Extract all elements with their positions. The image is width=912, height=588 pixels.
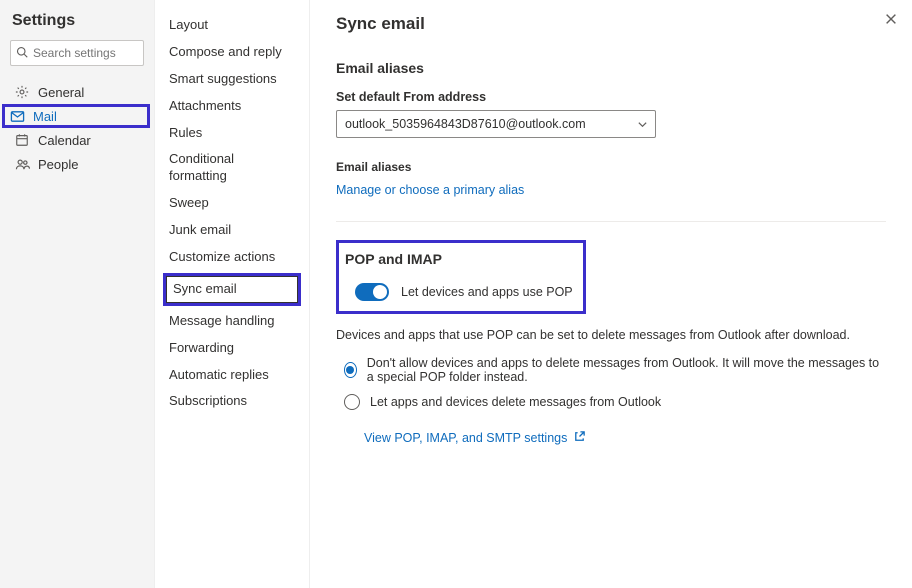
nav-calendar[interactable]: Calendar	[10, 128, 144, 152]
nav-people-label: People	[38, 157, 78, 172]
view-pop-settings-link[interactable]: View POP, IMAP, and SMTP settings	[364, 430, 586, 446]
settings-heading: Settings	[10, 12, 144, 30]
mail-icon	[9, 108, 25, 124]
radio-icon	[344, 362, 357, 378]
pop-toggle[interactable]	[355, 283, 389, 301]
subnav-automatic-replies[interactable]: Automatic replies	[155, 362, 309, 389]
calendar-icon	[14, 132, 30, 148]
nav-mail-label: Mail	[33, 109, 57, 124]
radio-allow-delete[interactable]: Let apps and devices delete messages fro…	[344, 394, 886, 410]
gear-icon	[14, 84, 30, 100]
close-button[interactable]	[880, 8, 902, 30]
subnav-forwarding[interactable]: Forwarding	[155, 335, 309, 362]
subnav-junk-email[interactable]: Junk email	[155, 217, 309, 244]
subnav-compose[interactable]: Compose and reply	[155, 39, 309, 66]
people-icon	[14, 156, 30, 172]
subnav-subscriptions[interactable]: Subscriptions	[155, 388, 309, 415]
pop-toggle-label: Let devices and apps use POP	[401, 285, 573, 299]
subnav-sweep[interactable]: Sweep	[155, 190, 309, 217]
nav-mail[interactable]: Mail	[2, 104, 150, 128]
from-address-value: outlook_5035964843D87610@outlook.com	[345, 117, 586, 131]
section-divider	[336, 221, 886, 222]
search-wrap	[10, 40, 144, 66]
nav-general[interactable]: General	[10, 80, 144, 104]
external-link-icon	[573, 430, 586, 446]
nav-general-label: General	[38, 85, 84, 100]
nav-people[interactable]: People	[10, 152, 144, 176]
subnav-sync-email[interactable]: Sync email	[166, 276, 298, 303]
manage-alias-link[interactable]: Manage or choose a primary alias	[336, 183, 524, 197]
aliases-section-title: Email aliases	[336, 60, 886, 76]
subnav-attachments[interactable]: Attachments	[155, 93, 309, 120]
page-title: Sync email	[336, 14, 886, 34]
subnav-conditional-formatting[interactable]: Conditional formatting	[155, 146, 309, 190]
subnav-smart-suggestions[interactable]: Smart suggestions	[155, 66, 309, 93]
radio-allow-delete-label: Let apps and devices delete messages fro…	[370, 395, 661, 409]
view-pop-settings-label: View POP, IMAP, and SMTP settings	[364, 431, 567, 445]
radio-dont-delete[interactable]: Don't allow devices and apps to delete m…	[344, 356, 886, 384]
from-address-label: Set default From address	[336, 90, 886, 104]
subnav-customize-actions[interactable]: Customize actions	[155, 244, 309, 271]
subnav-message-handling[interactable]: Message handling	[155, 308, 309, 335]
aliases-sub-label: Email aliases	[336, 160, 886, 174]
subnav-rules[interactable]: Rules	[155, 120, 309, 147]
pop-description: Devices and apps that use POP can be set…	[336, 328, 886, 342]
subnav-layout[interactable]: Layout	[155, 12, 309, 39]
search-icon	[16, 46, 28, 58]
radio-dont-delete-label: Don't allow devices and apps to delete m…	[367, 356, 886, 384]
radio-icon	[344, 394, 360, 410]
from-address-select[interactable]: outlook_5035964843D87610@outlook.com	[336, 110, 656, 138]
nav-calendar-label: Calendar	[38, 133, 91, 148]
pop-imap-title: POP and IMAP	[345, 251, 573, 267]
chevron-down-icon	[637, 118, 648, 133]
search-input[interactable]	[10, 40, 144, 66]
